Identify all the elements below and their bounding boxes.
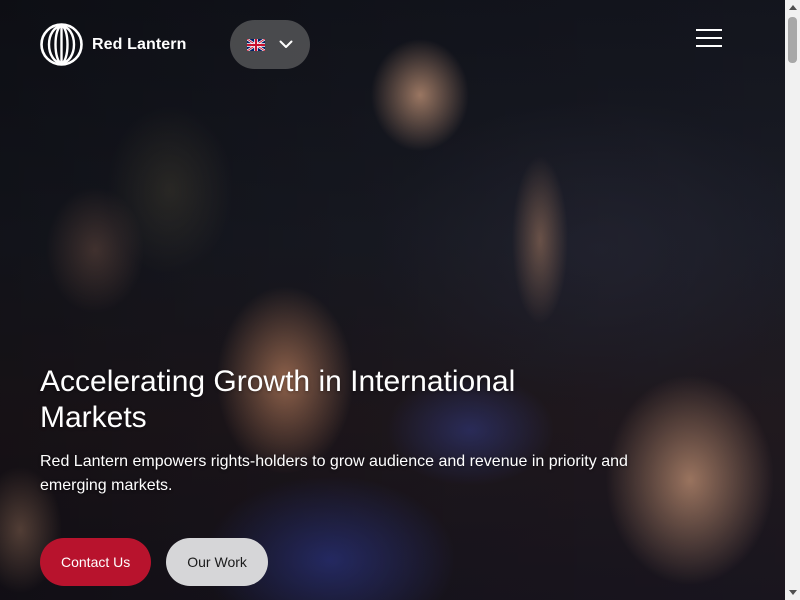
hero-title: Accelerating Growth in International Mar… <box>40 365 516 434</box>
hero-overlay <box>0 0 785 600</box>
brand-name: Red Lantern <box>92 35 187 53</box>
brand-logo-link[interactable]: Red Lantern <box>40 23 186 66</box>
vertical-scrollbar[interactable] <box>785 0 800 600</box>
site-header: Red Lantern <box>0 0 785 90</box>
hero-section: Accelerating Growth in International Mar… <box>40 364 690 498</box>
contact-us-button[interactable]: Contact Us <box>40 538 152 586</box>
uk-flag-icon <box>247 38 265 51</box>
our-work-button[interactable]: Our Work <box>166 538 268 586</box>
hero-cta-group: Contact Us Our Work <box>40 538 268 586</box>
menu-line-top <box>696 29 722 31</box>
red-lantern-logo-icon <box>40 23 83 66</box>
menu-line-bottom <box>696 45 722 47</box>
scrollbar-thumb[interactable] <box>788 17 797 63</box>
scroll-up-arrow-icon[interactable] <box>785 0 800 15</box>
menu-line-middle <box>696 37 722 39</box>
chevron-down-icon <box>279 40 293 48</box>
scroll-down-arrow-icon[interactable] <box>785 585 800 600</box>
page-viewport: Red Lantern Accelerating Growth in Inter… <box>0 0 785 600</box>
hamburger-menu-button[interactable] <box>696 28 722 48</box>
language-selector[interactable] <box>230 20 310 69</box>
hero-subtitle: Red Lantern empowers rights-holders to g… <box>40 453 628 494</box>
